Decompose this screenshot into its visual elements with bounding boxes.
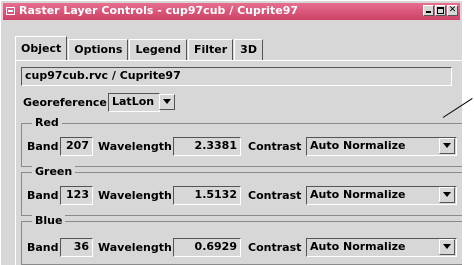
tab-legend[interactable]: Legend: [129, 39, 187, 60]
red-wavelength-field: 2.3381: [173, 137, 241, 156]
blue-contrast-label: Contrast: [248, 241, 302, 254]
close-icon[interactable]: ✕: [447, 5, 458, 16]
tab-3d[interactable]: 3D: [234, 39, 263, 60]
system-menu-icon[interactable]: [6, 7, 15, 15]
tab-filter[interactable]: Filter: [187, 39, 234, 60]
green-group-label: Green: [32, 165, 76, 178]
blue-band-field[interactable]: 36: [60, 238, 93, 257]
blue-contrast-select[interactable]: Auto Normalize: [306, 238, 457, 257]
georeference-dropdown-button[interactable]: [159, 94, 175, 110]
red-contrast-select[interactable]: Auto Normalize: [306, 137, 457, 156]
red-contrast-dropdown-button[interactable]: [439, 138, 455, 154]
green-band-field[interactable]: 123: [60, 186, 93, 205]
tab-object[interactable]: Object: [15, 36, 68, 60]
green-band-label: Band: [27, 189, 59, 202]
green-contrast-dropdown-button[interactable]: [439, 187, 455, 203]
blue-contrast-dropdown-button[interactable]: [439, 239, 455, 255]
minimize-icon[interactable]: [423, 5, 434, 16]
blue-wavelength-field: 0.6929: [173, 238, 241, 257]
red-group-label: Red: [32, 116, 62, 129]
green-wavelength-label: Wavelength: [98, 189, 172, 202]
tab-bar: Object Options Legend Filter 3D: [15, 36, 264, 60]
tab-options[interactable]: Options: [68, 39, 129, 60]
red-band-label: Band: [27, 140, 59, 153]
window-title: Raster Layer Controls - cup97cub / Cupri…: [19, 4, 299, 17]
title-bar[interactable]: Raster Layer Controls - cup97cub / Cupri…: [3, 3, 460, 20]
red-contrast-label: Contrast: [248, 140, 302, 153]
green-contrast-label: Contrast: [248, 189, 302, 202]
blue-group-label: Blue: [32, 214, 66, 227]
green-wavelength-field: 1.5132: [173, 186, 241, 205]
blue-wavelength-label: Wavelength: [98, 241, 172, 254]
red-wavelength-label: Wavelength: [98, 140, 172, 153]
georeference-select[interactable]: LatLon: [108, 93, 160, 112]
raster-layer-controls-window: Raster Layer Controls - cup97cub / Cupri…: [0, 0, 462, 265]
green-contrast-select[interactable]: Auto Normalize: [306, 186, 457, 205]
blue-band-label: Band: [27, 241, 59, 254]
object-path-field: cup97cub.rvc / Cuprite97: [21, 67, 452, 86]
maximize-icon[interactable]: [435, 5, 446, 16]
georeference-label: Georeference: [23, 96, 107, 109]
red-band-field[interactable]: 207: [60, 137, 93, 156]
